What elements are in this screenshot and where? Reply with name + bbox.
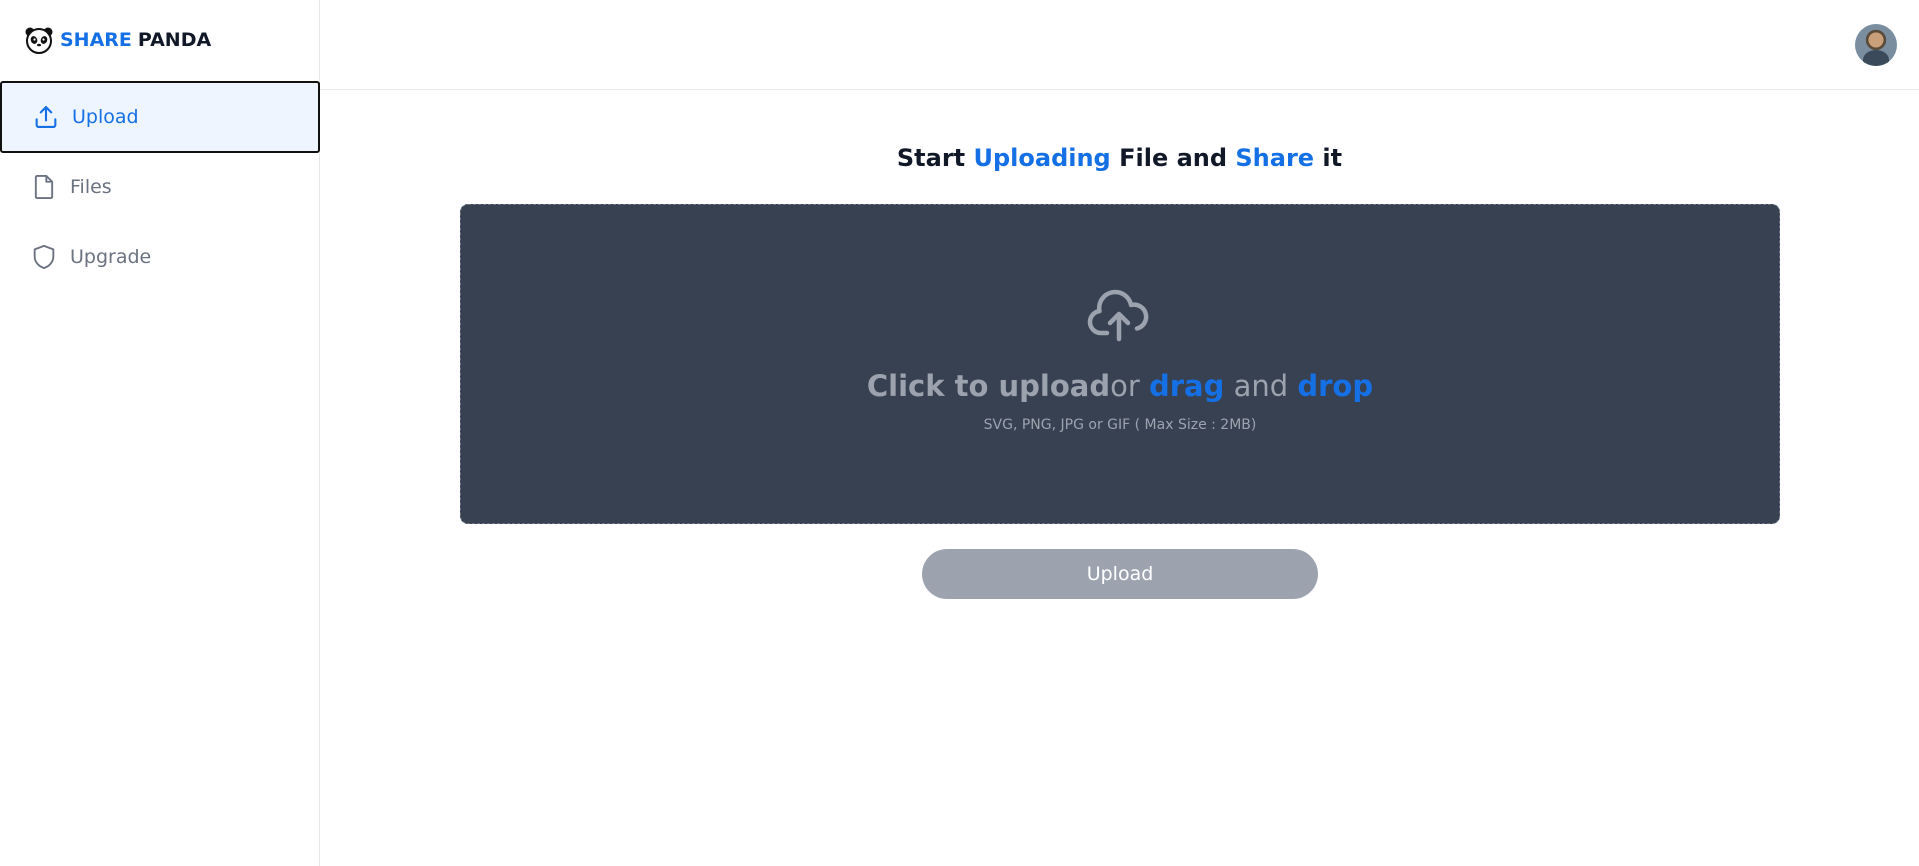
title-highlight-uploading: Uploading	[973, 144, 1111, 172]
brand-name-part1: SHARE	[60, 29, 132, 51]
file-dropzone[interactable]: Click to uploador drag and drop SVG, PNG…	[460, 204, 1780, 524]
sidebar-item-upgrade[interactable]: Upgrade	[0, 221, 320, 293]
page-title: Start Uploading File and Share it	[320, 144, 1919, 172]
title-highlight-share: Share	[1235, 144, 1315, 172]
top-header	[320, 0, 1919, 90]
drag-text: drag	[1148, 369, 1225, 403]
title-text-1: Start	[896, 144, 974, 172]
title-text-2: File and	[1110, 144, 1236, 172]
dropzone-title: Click to uploador drag and drop	[461, 369, 1779, 403]
upload-button[interactable]: Upload	[922, 549, 1318, 599]
sidebar-item-label: Upload	[72, 106, 139, 128]
drop-text: drop	[1297, 369, 1374, 403]
sidebar-item-label: Upgrade	[70, 246, 152, 268]
upload-icon	[32, 103, 60, 131]
sidebar-item-upload[interactable]: Upload	[0, 81, 320, 153]
avatar-figure	[1863, 50, 1889, 66]
brand-logo[interactable]: SHARE PANDA	[24, 24, 211, 56]
click-to-upload-text: Click to upload	[866, 369, 1111, 403]
user-avatar[interactable]	[1855, 24, 1897, 66]
dropzone-subtitle: SVG, PNG, JPG or GIF ( Max Size : 2MB)	[983, 417, 1257, 433]
shield-icon	[30, 243, 58, 271]
or-text: or	[1110, 369, 1149, 403]
title-text-3: it	[1314, 144, 1343, 172]
and-text: and	[1224, 369, 1298, 403]
sidebar: SHARE PANDA Upload Files Upgrade	[0, 0, 320, 866]
app-root: SHARE PANDA Upload Files Upgrade Start U…	[0, 0, 1919, 866]
panda-icon	[25, 27, 53, 54]
cloud-upload-icon	[1087, 289, 1149, 342]
sidebar-item-label: Files	[70, 176, 112, 198]
sidebar-item-files[interactable]: Files	[0, 151, 320, 223]
brand-name-part2: PANDA	[137, 29, 212, 51]
file-icon	[30, 173, 58, 201]
